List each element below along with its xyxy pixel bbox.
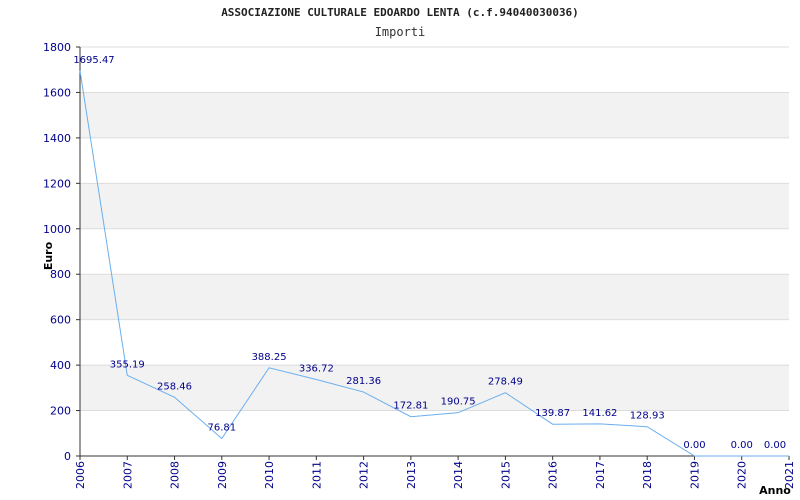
- data-label: 388.25: [252, 352, 287, 363]
- data-label: 1695.47: [73, 55, 114, 66]
- x-tick-label: 2017: [594, 461, 607, 489]
- data-label: 128.93: [630, 411, 665, 422]
- data-label: 141.62: [582, 408, 617, 419]
- data-label: 76.81: [207, 423, 236, 434]
- x-tick-label: 2006: [74, 461, 87, 489]
- data-label: 281.36: [346, 376, 381, 387]
- x-tick-label: 2019: [688, 461, 701, 489]
- grid-band: [80, 274, 789, 320]
- y-tick-label: 1200: [43, 177, 71, 190]
- x-tick-label: 2018: [641, 461, 654, 489]
- data-label: 172.81: [393, 401, 428, 412]
- x-tick-label: 2011: [310, 461, 323, 489]
- x-tick-label: 2015: [499, 461, 512, 489]
- y-tick-label: 1600: [43, 86, 71, 99]
- x-tick-label: 2007: [121, 461, 134, 489]
- y-tick-label: 400: [50, 359, 71, 372]
- data-label: 0.00: [764, 440, 786, 451]
- x-tick-label: 2016: [547, 461, 560, 489]
- data-label: 0.00: [731, 440, 753, 451]
- line-chart: 020040060080010001200140016001800 2006 20…: [42, 41, 796, 497]
- x-tick-label: 2010: [263, 461, 276, 489]
- y-tick-label: 600: [50, 314, 71, 327]
- x-tick-label: 2020: [736, 461, 749, 489]
- data-label: 336.72: [299, 363, 334, 374]
- x-tick-label: 2012: [358, 461, 371, 489]
- data-label: 258.46: [157, 381, 192, 392]
- data-label: 0.00: [683, 440, 705, 451]
- grid-band: [80, 92, 789, 138]
- y-axis-label: Euro: [42, 241, 55, 270]
- x-tick-label: 2009: [216, 461, 229, 489]
- data-label: 190.75: [441, 397, 476, 408]
- y-tick-label: 1000: [43, 223, 71, 236]
- y-tick-label: 0: [64, 450, 71, 463]
- data-label: 139.87: [535, 408, 570, 419]
- y-tick-label: 1400: [43, 132, 71, 145]
- y-tick-label: 200: [50, 405, 71, 418]
- x-tick-label: 2014: [452, 461, 465, 489]
- data-label: 278.49: [488, 377, 523, 388]
- y-tick-label: 1800: [43, 41, 71, 54]
- x-tick-label: 2008: [169, 461, 182, 489]
- x-tick-label: 2013: [405, 461, 418, 489]
- x-axis-label: Anno: [759, 484, 791, 497]
- grid-band: [80, 183, 789, 229]
- data-label: 355.19: [110, 359, 145, 370]
